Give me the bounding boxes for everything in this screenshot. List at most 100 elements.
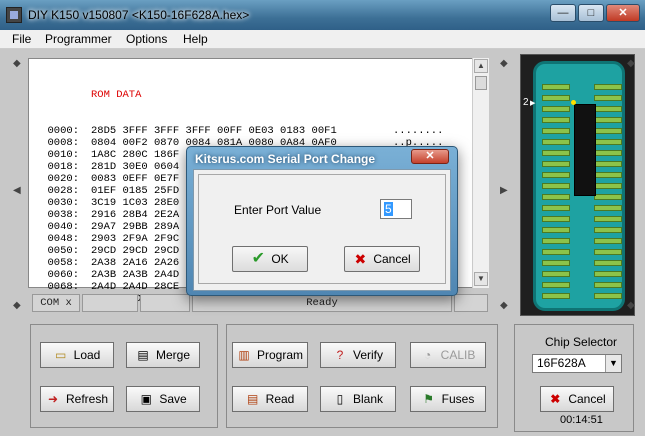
status-cell-empty: [82, 294, 138, 312]
hex-address: 0048:: [47, 233, 79, 245]
window-title: DIY K150 v150807 <K150-16F628A.hex>: [28, 8, 250, 22]
right-splitter-arrow-icon[interactable]: ◆: [500, 58, 508, 69]
right-edge-arrow-icon[interactable]: ◆: [627, 300, 635, 311]
socket-pin: [594, 194, 622, 200]
socket-pin: [542, 249, 570, 255]
socket-pin: [542, 205, 570, 211]
title-bar[interactable]: DIY K150 v150807 <K150-16F628A.hex> — □ …: [0, 0, 645, 30]
pin-arrow-icon: ▶: [530, 100, 536, 107]
maximize-button[interactable]: □: [578, 4, 604, 22]
socket-pin: [542, 183, 570, 189]
chip-selector-label: Chip Selector: [545, 335, 618, 349]
save-button[interactable]: ▣ Save: [126, 386, 200, 412]
cancel-x-icon: ✖: [354, 251, 367, 267]
program-chip-icon: ▥: [238, 348, 250, 362]
load-label: Load: [73, 348, 101, 362]
socket-pin: [542, 194, 570, 200]
socket-pin: [542, 161, 570, 167]
refresh-button[interactable]: ➜ Refresh: [40, 386, 114, 412]
hex-address: 0068:: [47, 281, 79, 293]
socket-pin: [594, 249, 622, 255]
verify-button[interactable]: ? Verify: [320, 342, 396, 368]
socket-pin: [542, 293, 570, 299]
dialog-cancel-button[interactable]: ✖ Cancel: [344, 246, 420, 272]
hex-ascii: ........: [393, 125, 444, 137]
socket-pin: [594, 271, 622, 277]
hex-scrollbar[interactable]: ▲ ▼: [472, 58, 489, 288]
elapsed-timer: 00:14:51: [560, 414, 603, 426]
hex-address: 0038:: [47, 209, 79, 221]
menu-options[interactable]: Options: [126, 32, 167, 46]
calib-label: CALIB: [440, 348, 476, 362]
socket-pin: [594, 172, 622, 178]
load-button[interactable]: ▭ Load: [40, 342, 114, 368]
left-splitter-arrow-icon[interactable]: ◆: [13, 300, 21, 311]
socket-pin: [542, 282, 570, 288]
checkmark-icon: ✔: [251, 250, 266, 267]
dialog-cancel-label: Cancel: [373, 252, 411, 266]
hex-address: 0008:: [47, 137, 79, 149]
merge-doc-icon: ▤: [137, 348, 149, 362]
right-edge-arrow-icon[interactable]: ◆: [627, 58, 635, 69]
blank-label: Blank: [352, 392, 384, 406]
cancel-label: Cancel: [568, 392, 606, 406]
read-button[interactable]: ▤ Read: [232, 386, 308, 412]
socket-pin: [594, 161, 622, 167]
chevron-down-icon[interactable]: ▼: [605, 355, 621, 372]
dialog-close-button[interactable]: ✕: [411, 149, 449, 164]
status-cell-empty: [454, 294, 488, 312]
socket-pin: [542, 238, 570, 244]
left-splitter-arrow-icon[interactable]: ◀: [13, 185, 21, 196]
hex-words: 28D5 3FFF 3FFF 3FFF 00FF 0E03 0183 00F1: [91, 125, 337, 137]
right-splitter-arrow-icon[interactable]: ◆: [500, 300, 508, 311]
clock-icon: ◔: [424, 348, 432, 362]
left-splitter-arrow-icon[interactable]: ◆: [13, 58, 21, 69]
menu-programmer[interactable]: Programmer: [45, 32, 112, 46]
right-splitter-arrow-icon[interactable]: ▶: [500, 185, 508, 196]
socket-pin: [594, 216, 622, 222]
menu-bar: File Programmer Options Help: [0, 30, 645, 49]
ready-status: Ready: [192, 294, 452, 312]
socket-pin: [542, 95, 570, 101]
chip-socket-panel: 2 ▶: [520, 54, 635, 316]
menu-file[interactable]: File: [12, 32, 31, 46]
program-label: Program: [256, 348, 303, 362]
port-value-input[interactable]: 5: [380, 199, 412, 219]
minimize-button[interactable]: —: [550, 4, 576, 22]
socket-pin: [594, 293, 622, 299]
socket-pin: [542, 260, 570, 266]
program-button[interactable]: ▥ Program: [232, 342, 308, 368]
app-icon: [6, 7, 22, 23]
chip-selector-dropdown[interactable]: 16F628A ▼: [532, 354, 622, 373]
merge-label: Merge: [155, 348, 190, 362]
fuses-button[interactable]: ⚑ Fuses: [410, 386, 486, 412]
cancel-x-icon: ✖: [550, 392, 561, 406]
socket-pin: [594, 139, 622, 145]
merge-button[interactable]: ▤ Merge: [126, 342, 200, 368]
programmer-button-group: [226, 324, 498, 428]
hex-address: 0030:: [47, 197, 79, 209]
socket-pin: [594, 205, 622, 211]
verify-icon: ?: [336, 348, 344, 362]
hex-address: 0050:: [47, 245, 79, 257]
scroll-up-icon[interactable]: ▲: [474, 59, 488, 73]
socket-pin: [594, 106, 622, 112]
rom-data-header: ROM DATA: [91, 89, 142, 101]
socket-pin: [542, 128, 570, 134]
hex-address: 0060:: [47, 269, 79, 281]
scroll-thumb[interactable]: [475, 76, 487, 90]
socket-pin: [594, 150, 622, 156]
refresh-label: Refresh: [65, 392, 109, 406]
close-button[interactable]: ✕: [606, 4, 640, 22]
blank-button[interactable]: ▯ Blank: [320, 386, 396, 412]
hex-address: 0010:: [47, 149, 79, 161]
ok-button[interactable]: ✔ OK: [232, 246, 308, 272]
calib-button: ◔ CALIB: [410, 342, 486, 368]
pin-marker: 2: [523, 97, 529, 108]
open-folder-icon: ▭: [54, 348, 67, 362]
cancel-button[interactable]: ✖ Cancel: [540, 386, 614, 412]
hex-row: 0000: 28D5 3FFF 3FFF 3FFF 00FF 0E03 0183 …: [29, 125, 443, 137]
dialog-title: Kitsrus.com Serial Port Change: [195, 152, 376, 166]
scroll-down-icon[interactable]: ▼: [474, 272, 488, 286]
menu-help[interactable]: Help: [183, 32, 208, 46]
